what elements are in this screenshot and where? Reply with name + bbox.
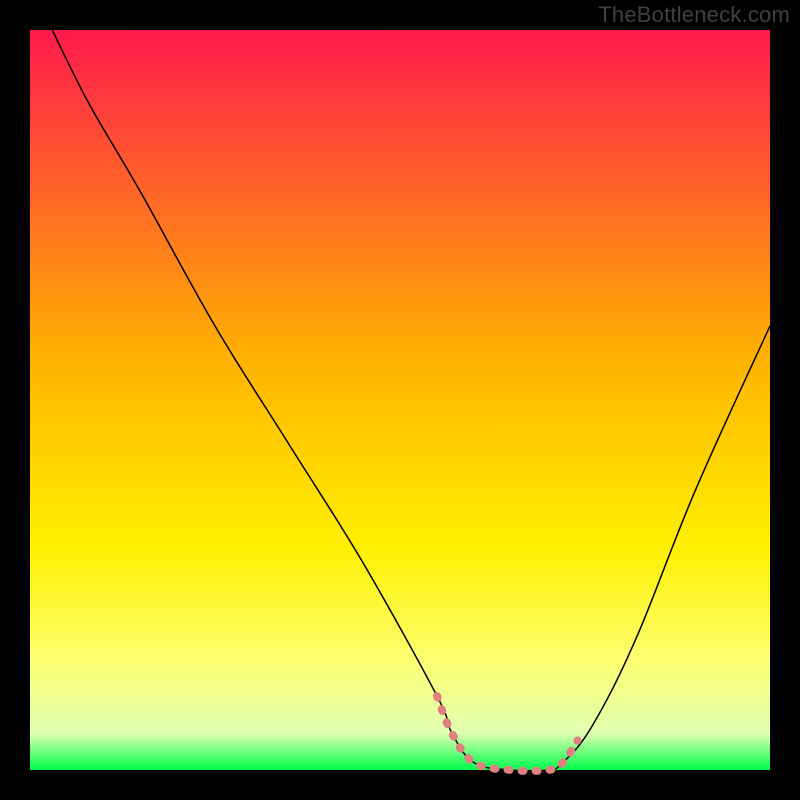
watermark-text: TheBottleneck.com bbox=[598, 2, 790, 28]
plot-area bbox=[30, 30, 770, 770]
optimal-zone-highlight bbox=[437, 696, 578, 771]
chart-frame bbox=[30, 30, 770, 770]
curve-layer bbox=[30, 30, 770, 770]
bottleneck-curve bbox=[52, 30, 770, 771]
